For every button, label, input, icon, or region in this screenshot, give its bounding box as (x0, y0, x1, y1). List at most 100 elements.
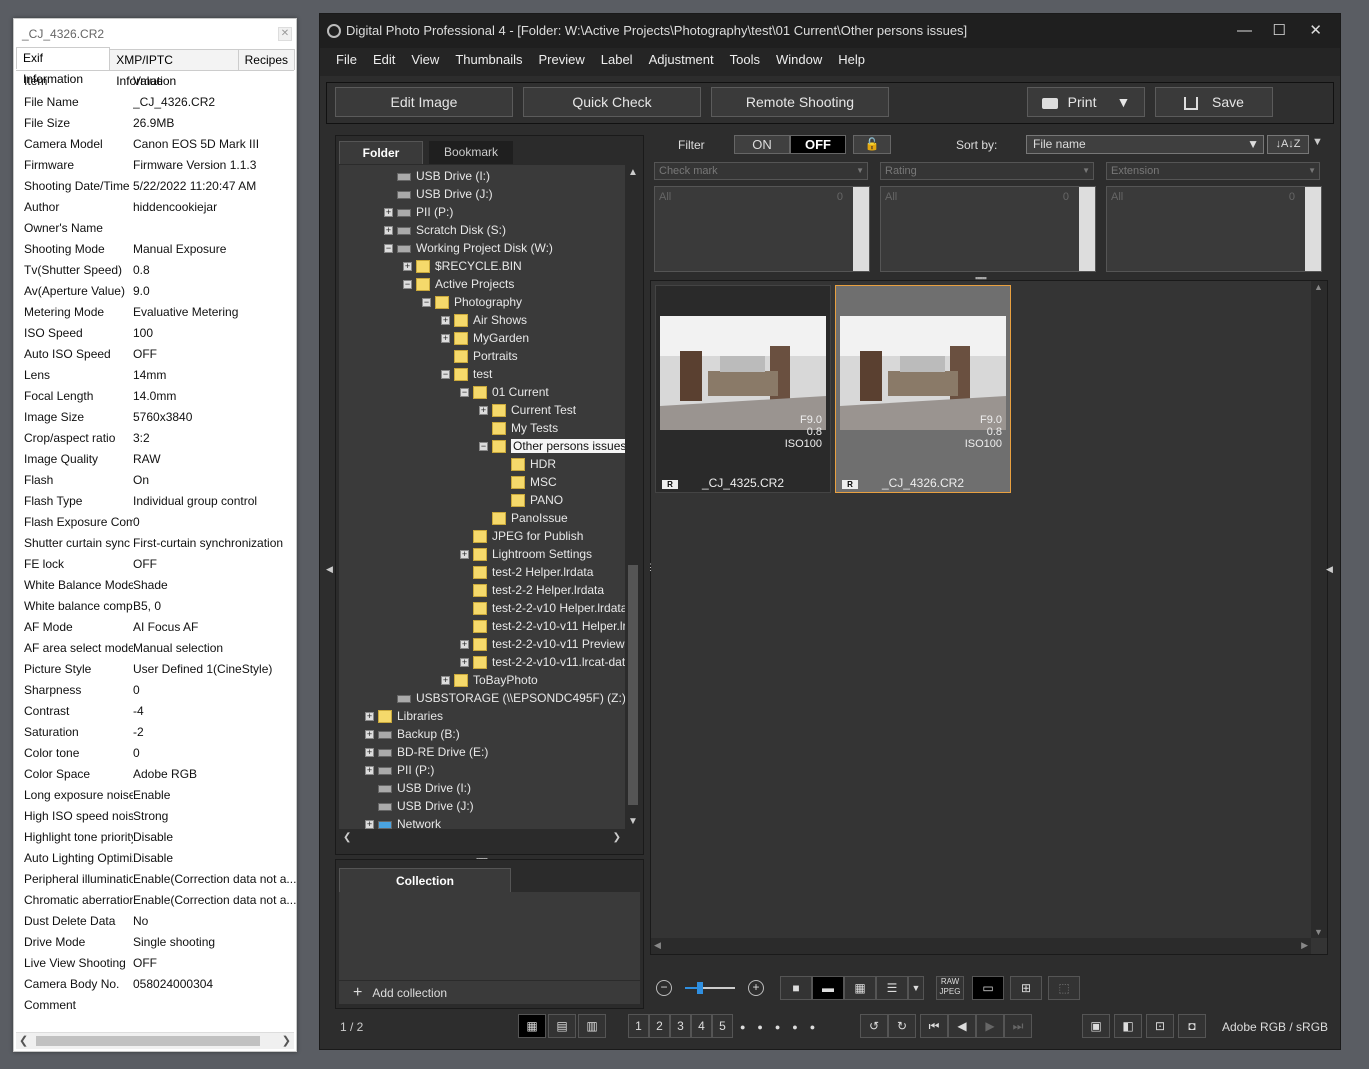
left-panel-toggle-icon[interactable]: ◀ (326, 564, 333, 575)
scroll-left-icon[interactable]: ◀ (654, 940, 661, 951)
tree-node[interactable]: + test-2-2-v10-v11 Previews (460, 635, 625, 653)
check-mark-1-button[interactable]: 1 (628, 1014, 649, 1038)
menu-window[interactable]: Window (768, 48, 830, 76)
tree-node[interactable]: + $RECYCLE.BIN (403, 257, 522, 275)
tree-node[interactable]: + BD-RE Drive (E:) (365, 743, 488, 761)
filter-column-header[interactable]: Rating ▼ (880, 162, 1094, 180)
remote-shooting-button[interactable]: Remote Shooting (711, 87, 889, 117)
thumbnail-card[interactable]: F9.0 0.8 ISO100 R _CJ_4325.CR2 (655, 285, 831, 493)
grid-four-icon[interactable]: ⊞ (1010, 976, 1042, 1000)
tree-node[interactable]: − test (441, 365, 492, 383)
expand-icon[interactable]: + (365, 712, 374, 722)
tree-node[interactable]: − Other persons issues (479, 437, 625, 455)
check-mark-4-button[interactable]: 4 (691, 1014, 712, 1038)
tree-node[interactable]: test-2-2-v10 Helper.lrdata (460, 599, 625, 617)
tree-node[interactable]: USB Drive (J:) (384, 185, 493, 203)
rotate-left-icon[interactable]: ↺ (860, 1014, 888, 1038)
dropdown-arrow-icon[interactable]: ▼ (1116, 94, 1130, 110)
sort-direction-button[interactable]: ↓A↓Z (1267, 135, 1309, 154)
maximize-icon[interactable]: ☐ (1273, 14, 1286, 48)
raw-jpeg-toggle[interactable]: RAW JPEG (936, 976, 964, 1000)
filter-list-scrollbar[interactable] (1305, 187, 1321, 271)
expand-icon[interactable]: + (441, 316, 450, 326)
collapse-icon[interactable]: − (384, 244, 393, 254)
sort-by-select[interactable]: File name ▼ (1026, 135, 1264, 154)
scroll-up-icon[interactable]: ▲ (628, 167, 638, 178)
collapse-icon[interactable]: − (479, 442, 488, 452)
tree-node[interactable]: + ToBayPhoto (441, 671, 538, 689)
save-button[interactable]: Save (1155, 87, 1273, 117)
collapse-icon[interactable]: − (441, 370, 450, 380)
tree-node[interactable]: − Photography (422, 293, 522, 311)
tree-node[interactable]: + Air Shows (441, 311, 527, 329)
right-panel-toggle-icon[interactable]: ◀ (1326, 564, 1333, 575)
filmstrip-mode-icon[interactable]: ▤ (548, 1014, 576, 1038)
tree-node[interactable]: − 01 Current (460, 383, 549, 401)
zoom-slider-knob[interactable] (697, 982, 703, 994)
edit-image-button[interactable]: Edit Image (335, 87, 513, 117)
tree-node[interactable]: + MyGarden (441, 329, 529, 347)
filter-column-list[interactable]: All 0 (1106, 186, 1322, 272)
menu-label[interactable]: Label (593, 48, 641, 76)
scroll-down-icon[interactable]: ▼ (628, 816, 638, 827)
expand-icon[interactable]: + (460, 640, 469, 650)
filter-list-scrollbar[interactable] (853, 187, 869, 271)
tree-node[interactable]: USB Drive (I:) (384, 167, 490, 185)
tab-collection[interactable]: Collection (339, 868, 511, 892)
filter-column-list[interactable]: All 0 (654, 186, 870, 272)
expand-icon[interactable]: + (460, 658, 469, 668)
tree-node[interactable]: PanoIssue (479, 509, 568, 527)
collapse-icon[interactable]: − (422, 298, 431, 308)
scroll-right-icon[interactable]: ❯ (282, 1034, 291, 1047)
info-palette-icon[interactable]: ▣ (1082, 1014, 1110, 1038)
zoom-out-icon[interactable]: − (656, 980, 672, 996)
first-image-icon[interactable]: ⏮ (920, 1014, 948, 1038)
expand-icon[interactable]: + (365, 766, 374, 776)
collapse-filter-icon[interactable]: ▼ (1312, 136, 1323, 148)
thumbs-vertical-scrollbar[interactable]: ▲ ▼ (1311, 281, 1327, 938)
expand-icon[interactable]: + (403, 262, 412, 272)
check-mark-3-button[interactable]: 3 (670, 1014, 691, 1038)
print-button[interactable]: Print ▼ (1027, 87, 1145, 117)
filter-column-header[interactable]: Extension ▼ (1106, 162, 1320, 180)
add-collection-button[interactable]: + Add collection (339, 980, 640, 1004)
tree-node[interactable]: + Current Test (479, 401, 576, 419)
tree-node[interactable]: + Network (365, 815, 441, 829)
tree-node[interactable]: + PII (P:) (384, 203, 453, 221)
tree-node[interactable]: PANO (498, 491, 563, 509)
expand-icon[interactable]: + (384, 208, 393, 218)
tree-node[interactable]: USB Drive (I:) (365, 779, 471, 797)
folder-panel-grip[interactable]: ⋮ (646, 562, 655, 573)
menu-tools[interactable]: Tools (722, 48, 768, 76)
scroll-down-icon[interactable]: ▼ (1314, 927, 1323, 937)
scroll-left-icon[interactable]: ❮ (19, 1034, 28, 1047)
expand-icon[interactable]: + (441, 334, 450, 344)
tree-node[interactable]: + test-2-2-v10-v11.lrcat-data (460, 653, 625, 671)
expand-icon[interactable]: + (384, 226, 393, 236)
expand-icon[interactable]: + (365, 730, 374, 740)
tree-node[interactable]: test-2-2 Helper.lrdata (460, 581, 604, 599)
large-thumb-icon[interactable]: ■ (780, 976, 812, 1000)
filter-column-header[interactable]: Check mark ▼ (654, 162, 868, 180)
tree-node[interactable]: + Libraries (365, 707, 443, 725)
rating-dots[interactable]: ●●●●● (740, 1022, 827, 1032)
tree-vertical-scrollbar[interactable]: ▲ ▼ (625, 165, 641, 829)
menu-help[interactable]: Help (830, 48, 873, 76)
menu-file[interactable]: File (328, 48, 365, 76)
tree-node[interactable]: USBSTORAGE (\\EPSONDC495F) (Z:) (384, 689, 625, 707)
expand-icon[interactable]: + (365, 748, 374, 758)
menu-edit[interactable]: Edit (365, 48, 403, 76)
expand-icon[interactable]: + (479, 406, 488, 416)
expand-icon[interactable]: + (460, 550, 469, 560)
tree-node[interactable]: − Working Project Disk (W:) (384, 239, 553, 257)
collapse-icon[interactable]: − (403, 280, 412, 290)
tree-node[interactable]: + Scratch Disk (S:) (384, 221, 506, 239)
filmstrip-icon[interactable]: ▭ (972, 976, 1004, 1000)
filter-on-button[interactable]: ON (734, 135, 790, 154)
tree-node[interactable]: test-2 Helper.lrdata (460, 563, 593, 581)
menu-thumbnails[interactable]: Thumbnails (447, 48, 530, 76)
view-dropdown-icon[interactable]: ▼ (908, 976, 924, 1000)
quick-check-button[interactable]: Quick Check (523, 87, 701, 117)
expand-icon[interactable]: + (441, 676, 450, 686)
zoom-slider[interactable] (685, 982, 735, 994)
